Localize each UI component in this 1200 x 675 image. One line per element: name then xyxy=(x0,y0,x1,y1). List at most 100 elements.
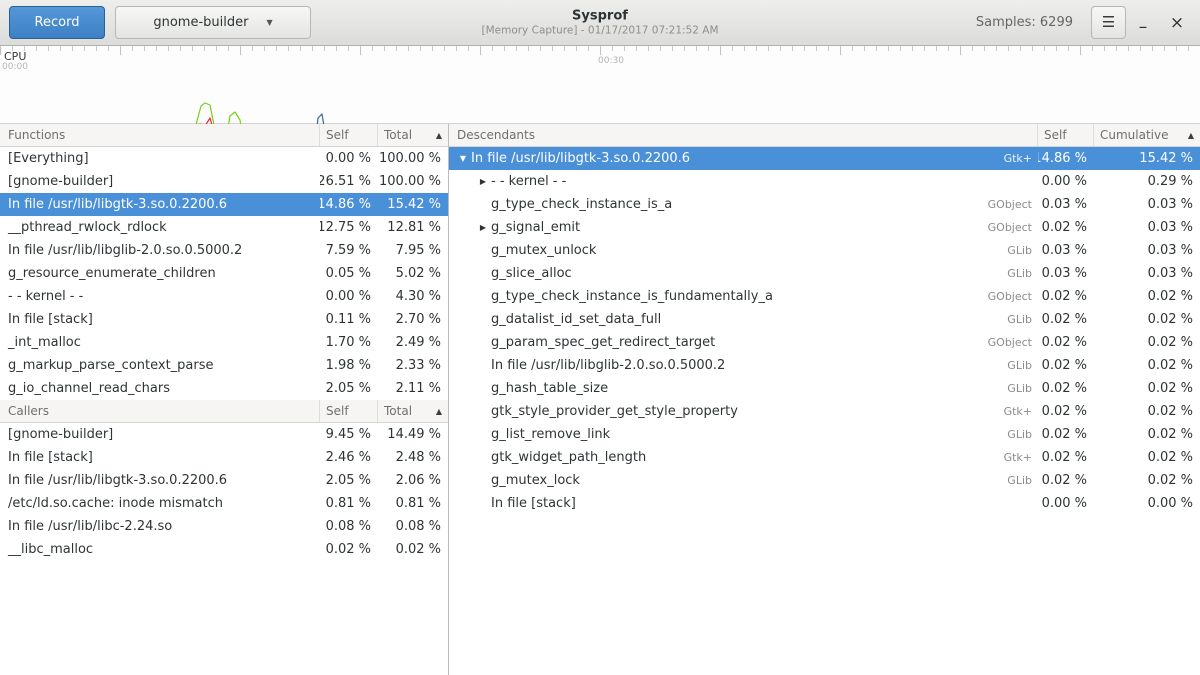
library-tag: GLib xyxy=(1007,313,1038,326)
table-row[interactable]: In file [stack]0.00 %0.00 % xyxy=(449,492,1200,515)
cumulative-column-header[interactable]: Cumulative ▲ xyxy=(1094,124,1200,146)
cumulative-value: 0.03 % xyxy=(1094,239,1200,262)
self-column-header[interactable]: Self xyxy=(320,400,378,422)
function-name: In file /usr/lib/libglib-2.0.so.0.5000.2 xyxy=(491,358,725,373)
expand-icon[interactable]: ▶ xyxy=(475,177,491,186)
function-name-cell: g_type_check_instance_is_fundamentally_a… xyxy=(449,285,1038,308)
table-row[interactable]: g_type_check_instance_is_aGObject0.03 %0… xyxy=(449,193,1200,216)
hamburger-icon: ☰ xyxy=(1102,14,1115,31)
table-row[interactable]: In file /usr/lib/libc-2.24.so0.08 %0.08 … xyxy=(0,515,448,538)
table-row[interactable]: gtk_style_provider_get_style_propertyGtk… xyxy=(449,400,1200,423)
table-row[interactable]: In file /usr/lib/libgtk-3.so.0.2200.614.… xyxy=(0,193,448,216)
chevron-down-icon: ▼ xyxy=(266,18,272,27)
function-name: __pthread_rwlock_rdlock xyxy=(0,216,320,239)
total-value: 7.95 % xyxy=(378,239,448,262)
table-row[interactable]: __libc_malloc0.02 %0.02 % xyxy=(0,538,448,561)
total-column-label: Total xyxy=(384,404,412,418)
table-row[interactable]: In file [stack]0.11 %2.70 % xyxy=(0,308,448,331)
self-value: 26.51 % xyxy=(320,170,378,193)
total-value: 14.49 % xyxy=(378,423,448,446)
collapse-icon[interactable]: ▼ xyxy=(455,154,471,163)
total-value: 5.02 % xyxy=(378,262,448,285)
expand-icon[interactable]: ▶ xyxy=(475,223,491,232)
function-name-cell: g_hash_table_sizeGLib xyxy=(449,377,1038,400)
process-selector-label: gnome-builder xyxy=(153,15,248,30)
total-value: 2.49 % xyxy=(378,331,448,354)
total-value: 2.11 % xyxy=(378,377,448,400)
table-row[interactable]: g_hash_table_sizeGLib0.02 %0.02 % xyxy=(449,377,1200,400)
table-row[interactable]: ▼In file /usr/lib/libgtk-3.so.0.2200.6Gt… xyxy=(449,147,1200,170)
function-name: - - kernel - - xyxy=(491,174,566,189)
library-tag: GObject xyxy=(988,221,1038,234)
function-name-cell: ▶g_signal_emitGObject xyxy=(449,216,1038,239)
table-row[interactable]: In file /usr/lib/libglib-2.0.so.0.5000.2… xyxy=(449,354,1200,377)
cpu-timeline[interactable]: CPU 00:00 00:30 xyxy=(0,46,1200,124)
callers-rows: [gnome-builder]9.45 %14.49 %In file [sta… xyxy=(0,423,448,561)
record-button[interactable]: Record xyxy=(9,6,105,39)
table-row[interactable]: g_slice_allocGLib0.03 %0.03 % xyxy=(449,262,1200,285)
table-row[interactable]: g_mutex_lockGLib0.02 %0.02 % xyxy=(449,469,1200,492)
close-button[interactable]: × xyxy=(1160,13,1194,33)
self-value: 14.86 % xyxy=(1038,147,1094,170)
self-value: 2.46 % xyxy=(320,446,378,469)
self-value: 0.81 % xyxy=(320,492,378,515)
menu-button[interactable]: ☰ xyxy=(1091,6,1126,39)
table-row[interactable]: - - kernel - -0.00 %4.30 % xyxy=(0,285,448,308)
callers-column-header[interactable]: Callers xyxy=(0,400,320,422)
function-name-cell: ▼In file /usr/lib/libgtk-3.so.0.2200.6Gt… xyxy=(449,147,1038,170)
self-column-header[interactable]: Self xyxy=(320,124,378,146)
table-row[interactable]: _int_malloc1.70 %2.49 % xyxy=(0,331,448,354)
table-row[interactable]: g_markup_parse_context_parse1.98 %2.33 % xyxy=(0,354,448,377)
self-column-header[interactable]: Self xyxy=(1038,124,1094,146)
self-value: 0.02 % xyxy=(1038,446,1094,469)
table-row[interactable]: /etc/ld.so.cache: inode mismatch0.81 %0.… xyxy=(0,492,448,515)
table-row[interactable]: In file /usr/lib/libglib-2.0.so.0.5000.2… xyxy=(0,239,448,262)
function-name: g_markup_parse_context_parse xyxy=(0,354,320,377)
total-column-header[interactable]: Total ▲ xyxy=(378,400,448,422)
table-row[interactable]: [Everything]0.00 %100.00 % xyxy=(0,147,448,170)
table-row[interactable]: g_datalist_id_set_data_fullGLib0.02 %0.0… xyxy=(449,308,1200,331)
self-value: 0.00 % xyxy=(320,285,378,308)
function-name: g_mutex_lock xyxy=(491,473,580,488)
header-right: Samples: 6299 ☰ – × xyxy=(976,6,1194,39)
total-value: 100.00 % xyxy=(378,170,448,193)
self-value: 1.98 % xyxy=(320,354,378,377)
library-tag: GLib xyxy=(1007,474,1038,487)
table-row[interactable]: ▶g_signal_emitGObject0.02 %0.03 % xyxy=(449,216,1200,239)
function-name: g_type_check_instance_is_a xyxy=(491,197,672,212)
table-row[interactable]: g_mutex_unlockGLib0.03 %0.03 % xyxy=(449,239,1200,262)
self-value: 0.02 % xyxy=(1038,377,1094,400)
cumulative-value: 0.02 % xyxy=(1094,469,1200,492)
function-name-cell: ▶- - kernel - - xyxy=(449,170,1038,193)
table-row[interactable]: g_list_remove_linkGLib0.02 %0.02 % xyxy=(449,423,1200,446)
library-tag: GObject xyxy=(988,290,1038,303)
minimize-button[interactable]: – xyxy=(1126,9,1160,37)
self-value: 0.03 % xyxy=(1038,193,1094,216)
self-value: 0.08 % xyxy=(320,515,378,538)
function-name-cell: g_slice_allocGLib xyxy=(449,262,1038,285)
table-row[interactable]: g_io_channel_read_chars2.05 %2.11 % xyxy=(0,377,448,400)
table-row[interactable]: g_type_check_instance_is_fundamentally_a… xyxy=(449,285,1200,308)
cumulative-value: 15.42 % xyxy=(1094,147,1200,170)
table-row[interactable]: [gnome-builder]26.51 %100.00 % xyxy=(0,170,448,193)
function-name: - - kernel - - xyxy=(0,285,320,308)
table-row[interactable]: gtk_widget_path_lengthGtk+0.02 %0.02 % xyxy=(449,446,1200,469)
self-value: 2.05 % xyxy=(320,377,378,400)
total-column-header[interactable]: Total ▲ xyxy=(378,124,448,146)
table-row[interactable]: [gnome-builder]9.45 %14.49 % xyxy=(0,423,448,446)
table-row[interactable]: __pthread_rwlock_rdlock12.75 %12.81 % xyxy=(0,216,448,239)
functions-column-header[interactable]: Functions xyxy=(0,124,320,146)
table-row[interactable]: In file [stack]2.46 %2.48 % xyxy=(0,446,448,469)
table-row[interactable]: g_resource_enumerate_children0.05 %5.02 … xyxy=(0,262,448,285)
table-row[interactable]: g_param_spec_get_redirect_targetGObject0… xyxy=(449,331,1200,354)
table-row[interactable]: ▶- - kernel - -0.00 %0.29 % xyxy=(449,170,1200,193)
self-value: 2.05 % xyxy=(320,469,378,492)
total-value: 4.30 % xyxy=(378,285,448,308)
table-row[interactable]: In file /usr/lib/libgtk-3.so.0.2200.62.0… xyxy=(0,469,448,492)
process-selector[interactable]: gnome-builder ▼ xyxy=(115,6,311,39)
self-value: 7.59 % xyxy=(320,239,378,262)
self-value: 0.00 % xyxy=(1038,492,1094,515)
descendants-column-header[interactable]: Descendants xyxy=(449,124,1038,146)
library-tag: GLib xyxy=(1007,244,1038,257)
function-name-cell: gtk_style_provider_get_style_propertyGtk… xyxy=(449,400,1038,423)
